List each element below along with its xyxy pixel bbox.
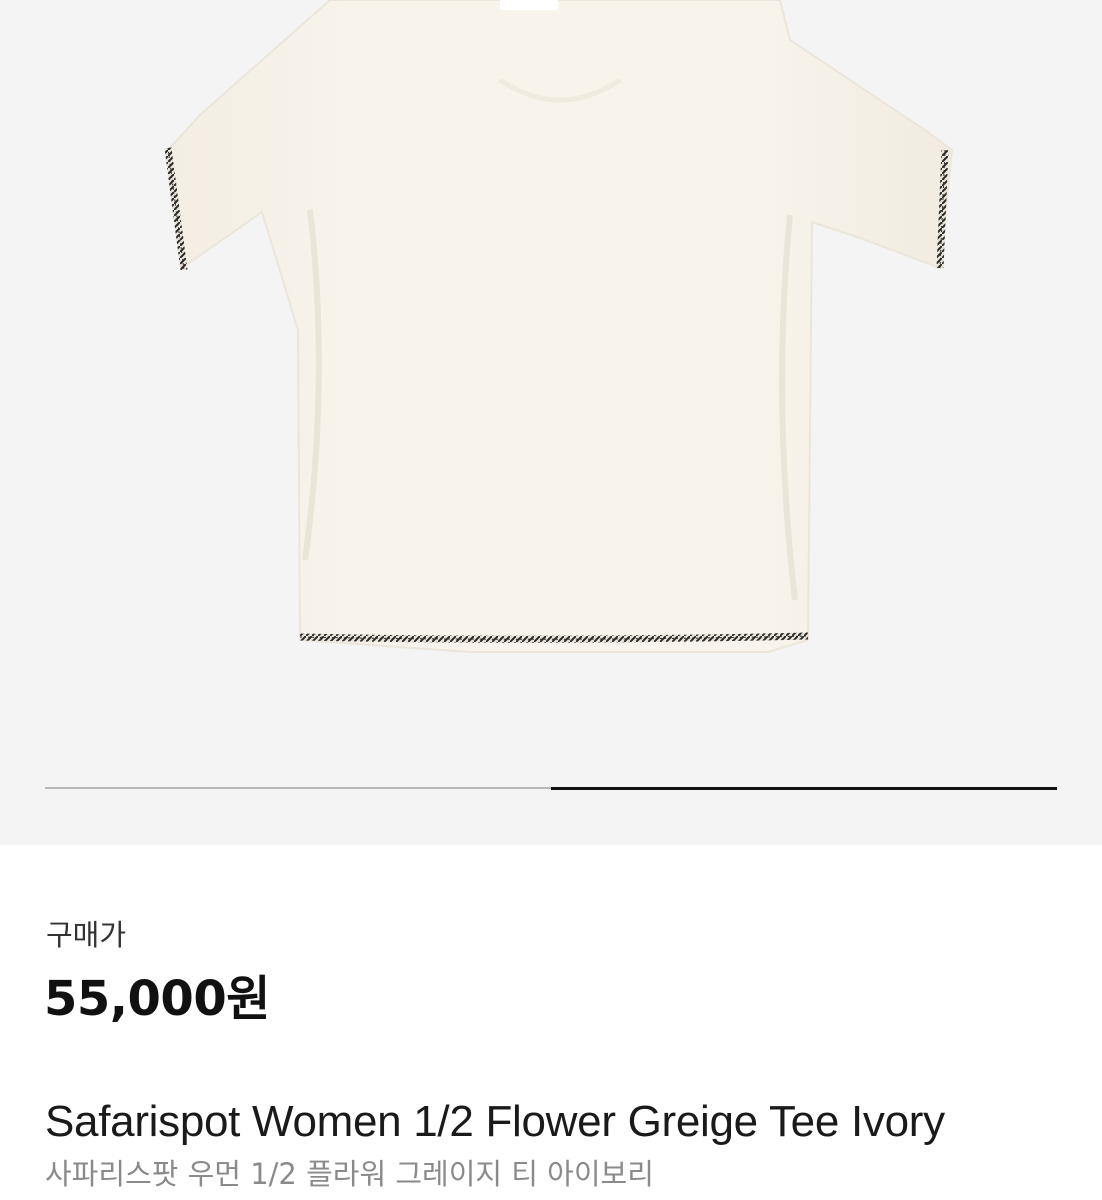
price-value: 55,000원: [44, 971, 270, 1027]
bottom-hem: [299, 632, 809, 643]
product-name-korean: 사파리스팟 우먼 1/2 플라워 그레이지 티 아이보리: [45, 1157, 654, 1191]
product-name: Safarispot Women 1/2 Flower Greige Tee I…: [45, 1097, 945, 1146]
image-gallery[interactable]: [0, 0, 1102, 845]
price-label: 구매가: [46, 918, 127, 952]
product-image[interactable]: [0, 0, 1102, 700]
product-detail-page: 구매가 55,000원 Safarispot Women 1/2 Flower …: [0, 0, 1102, 1200]
product-info: 구매가 55,000원 Safarispot Women 1/2 Flower …: [0, 845, 1102, 1200]
gallery-progress-fill: [551, 786, 1057, 790]
gallery-progress-track: [45, 786, 1057, 790]
